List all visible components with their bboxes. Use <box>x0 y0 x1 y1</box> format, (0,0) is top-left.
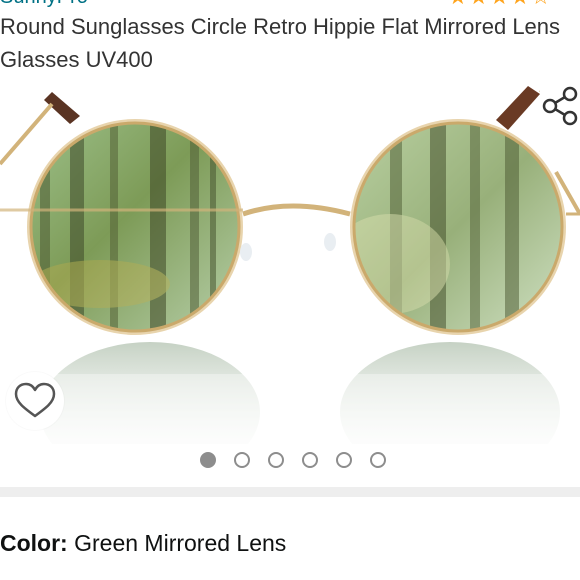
section-divider <box>0 487 580 497</box>
carousel-dot[interactable] <box>200 452 216 468</box>
product-image[interactable] <box>0 74 580 444</box>
color-label: Color: <box>0 530 68 556</box>
share-icon <box>542 86 578 126</box>
brand-link[interactable]: SunnyPro <box>0 0 88 9</box>
carousel-dot[interactable] <box>268 452 284 468</box>
wishlist-button[interactable] <box>6 372 64 430</box>
carousel-dot[interactable] <box>302 452 318 468</box>
share-button[interactable] <box>540 84 580 128</box>
product-title: Round Sunglasses Circle Retro Hippie Fla… <box>0 14 561 72</box>
carousel-dot[interactable] <box>336 452 352 468</box>
image-carousel-dots <box>200 452 386 468</box>
heart-outline-icon <box>14 382 56 418</box>
rating-stars[interactable]: ★★★★☆ <box>448 0 552 10</box>
carousel-dot[interactable] <box>234 452 250 468</box>
color-value: Green Mirrored Lens <box>74 530 287 556</box>
color-selection: Color: Green Mirrored Lens <box>0 530 286 557</box>
carousel-dot[interactable] <box>370 452 386 468</box>
